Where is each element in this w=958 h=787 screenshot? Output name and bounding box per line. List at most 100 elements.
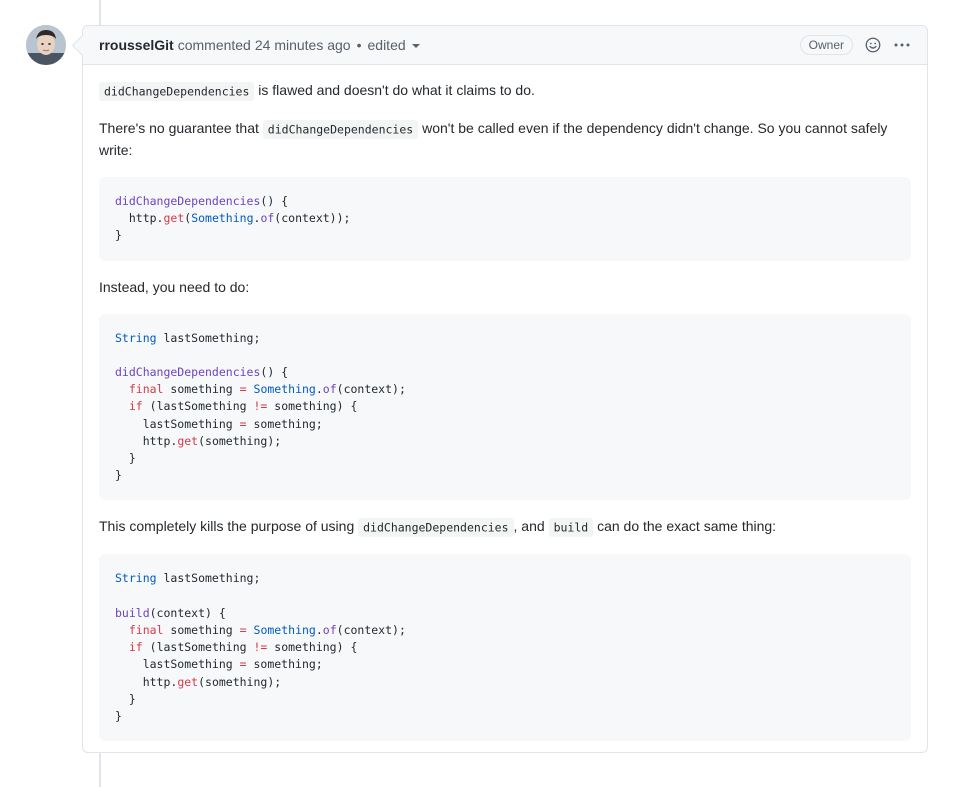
code-token: lastSomething (115, 657, 240, 672)
code-block-3: String lastSomething; build(context) { f… (99, 554, 911, 742)
code-line: String lastSomething; (115, 331, 260, 345)
code-line: didChangeDependencies() { (115, 365, 288, 379)
author-link[interactable]: rrousselGit (99, 37, 174, 53)
code-line: } (115, 468, 122, 482)
code-token: something) { (267, 399, 358, 414)
code-token: of (322, 623, 337, 638)
code-token: of (260, 211, 275, 226)
code-token: != (253, 399, 268, 414)
code-line: } (115, 709, 122, 723)
code-line: http.get(something); (115, 674, 282, 689)
code-line: didChangeDependencies() { (115, 194, 288, 208)
code-token: get (177, 674, 199, 689)
code-token: http. (115, 674, 178, 689)
code-token: (context) { (149, 605, 226, 620)
code-token: something; (246, 657, 323, 672)
code-token: } (115, 691, 136, 706)
code-block-1: didChangeDependencies() { http.get(Somet… (99, 177, 911, 261)
code-token: != (253, 640, 268, 655)
code-token: } (115, 228, 122, 243)
code-token: get (163, 211, 185, 226)
code-line: lastSomething = something; (115, 417, 323, 431)
code-token: final (128, 382, 164, 397)
code-token: (context)); (274, 211, 351, 226)
code-line: String lastSomething; (115, 571, 260, 585)
code-token: () { (260, 194, 289, 208)
code-token: = (239, 382, 247, 397)
code-token: http. (115, 211, 164, 226)
separator-dot: • (356, 37, 362, 53)
code-line: if (lastSomething != something) { (115, 640, 358, 655)
code-token: get (177, 433, 199, 448)
code-token: (lastSomething (142, 640, 254, 655)
code-token: something (163, 623, 240, 638)
code-line: } (115, 451, 136, 465)
code-token: = (239, 623, 247, 638)
inline-code: didChangeDependencies (99, 81, 255, 101)
paragraph-text: , and (513, 518, 549, 535)
code-token: } (115, 451, 136, 466)
avatar[interactable] (26, 25, 66, 65)
header-actions: Owner (799, 35, 911, 55)
code-token: Something (253, 382, 316, 397)
code-token: (context); (336, 623, 406, 638)
code-line: lastSomething = something; (115, 657, 323, 671)
code-token: } (115, 709, 122, 724)
paragraph-2: There's no guarantee that didChangeDepen… (99, 118, 911, 161)
code-token: something) { (267, 640, 358, 655)
code-token: = (239, 657, 247, 672)
edited-dropdown[interactable]: edited (368, 37, 420, 53)
code-token: lastSomething; (156, 330, 261, 345)
comment-box: rrousselGit commented 24 minutes ago • e… (82, 25, 928, 753)
code-token: final (128, 623, 164, 638)
code-token: () { (260, 365, 289, 380)
paragraph-text: can do the exact same thing: (593, 518, 777, 535)
code-line: if (lastSomething != something) { (115, 399, 358, 414)
code-token: build (115, 605, 150, 620)
kebab-horizontal-icon[interactable] (893, 37, 911, 53)
code-token: if (128, 399, 143, 414)
code-line: http.get(something); (115, 433, 282, 448)
action-text: commented (177, 37, 251, 53)
code-token: (lastSomething (142, 399, 254, 414)
code-token: String (115, 330, 157, 345)
timestamp-link[interactable]: 24 minutes ago (255, 37, 351, 53)
code-token: didChangeDependencies (115, 365, 261, 380)
inline-code: build (548, 517, 594, 537)
code-line: build(context) { (115, 606, 226, 620)
code-token: of (322, 382, 337, 397)
code-token: (something); (198, 674, 282, 689)
paragraph-text: Instead, you need to do: (99, 278, 250, 295)
comment-header: rrousselGit commented 24 minutes ago • e… (83, 26, 927, 65)
avatar-image (26, 25, 66, 65)
code-token: something; (246, 416, 323, 431)
smiley-icon[interactable] (865, 37, 881, 53)
code-token: . (315, 382, 323, 397)
code-token: . (315, 623, 323, 638)
code-line: final something = Something.of(context); (115, 623, 406, 637)
code-token: if (128, 640, 143, 655)
inline-code: didChangeDependencies (358, 517, 514, 537)
code-block-2: String lastSomething; didChangeDependenc… (99, 313, 911, 501)
code-line: final something = Something.of(context); (115, 382, 406, 396)
code-token: didChangeDependencies (115, 194, 261, 208)
comment-body: didChangeDependencies is flawed and does… (83, 65, 927, 742)
paragraph-1: didChangeDependencies is flawed and does… (99, 80, 911, 102)
code-token: (context); (336, 382, 406, 397)
paragraph-3: Instead, you need to do: (99, 277, 911, 298)
chevron-down-icon (411, 44, 420, 48)
code-token: String (115, 571, 157, 586)
code-token: } (115, 468, 122, 483)
code-line: } (115, 692, 136, 706)
code-token: Something (253, 623, 316, 638)
code-token: = (239, 416, 247, 431)
paragraph-4: This completely kills the purpose of usi… (99, 516, 911, 538)
code-token: lastSomething (115, 416, 240, 431)
owner-badge: Owner (799, 35, 853, 55)
